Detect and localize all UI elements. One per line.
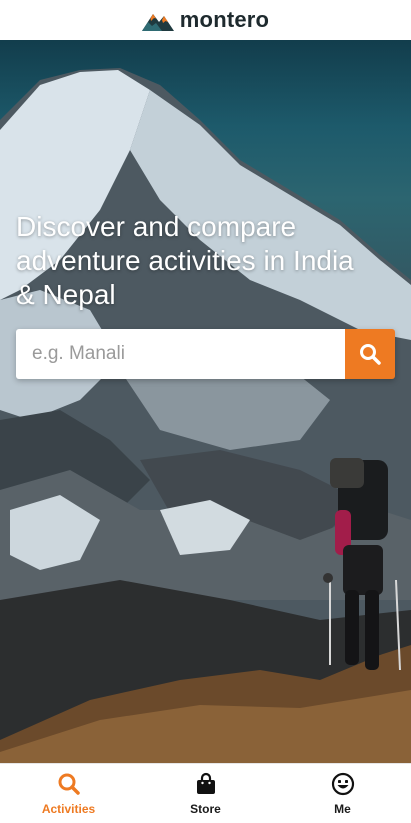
- search-bar: [16, 329, 395, 379]
- hero-headline: Discover and compare adventure activitie…: [16, 211, 354, 310]
- nav-item-store[interactable]: Store: [137, 764, 274, 823]
- search-input[interactable]: [16, 329, 345, 379]
- bottom-nav: Activities Store Me: [0, 763, 411, 823]
- brand-name: montero: [179, 7, 270, 32]
- nav-item-me[interactable]: Me: [274, 764, 411, 823]
- search-icon: [58, 773, 80, 795]
- nav-item-activities[interactable]: Activities: [0, 764, 137, 823]
- app-header: montero: [0, 0, 411, 40]
- brand-logo[interactable]: montero: [141, 7, 270, 33]
- nav-label-store: Store: [190, 801, 221, 816]
- search-icon: [360, 344, 381, 365]
- smiley-face-icon: [331, 772, 354, 795]
- nav-label-me: Me: [334, 801, 351, 816]
- hero-banner: Discover and compare adventure activitie…: [0, 40, 411, 763]
- mountain-hiker-photo: [0, 68, 411, 763]
- nav-label-activities: Activities: [41, 801, 96, 816]
- shopping-bag-icon: [196, 772, 215, 794]
- search-button[interactable]: [345, 329, 395, 379]
- mountain-logo-icon: [141, 14, 174, 31]
